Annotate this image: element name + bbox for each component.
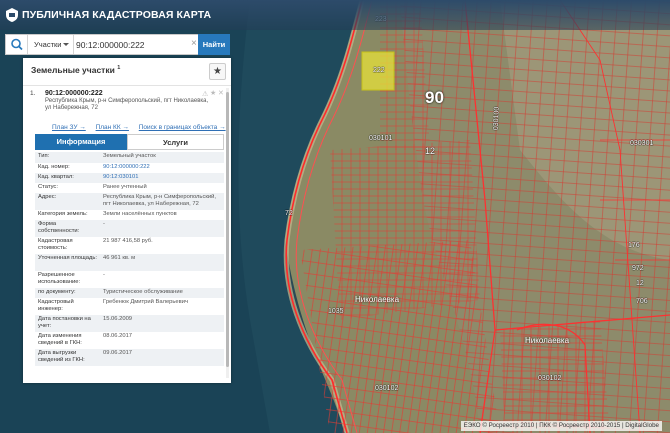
info-value: Земельный участок xyxy=(103,153,156,159)
info-value: 09.06.2017 xyxy=(103,350,133,356)
result-count: 1 xyxy=(117,65,121,72)
quarter-label-90: 90 xyxy=(425,88,444,107)
info-row: Адрес: Республика Крым, р-н Симферопольск… xyxy=(35,193,224,210)
warning-icon[interactable]: ⚠ xyxy=(202,90,208,98)
plan-zu-link[interactable]: План ЗУ → xyxy=(52,124,86,131)
info-row: Кадастровый инженер: Гребенюк Дмитрий Вал… xyxy=(35,298,224,315)
info-key: Кад. квартал: xyxy=(38,174,74,180)
info-key: Дата изменения сведений в ГКН: xyxy=(38,333,82,346)
map-label-12b: 12 xyxy=(636,280,644,287)
info-panel: Земельные участки 1 ★ 1. 90:12:000000:22… xyxy=(23,58,231,383)
search-type-label: Участки xyxy=(34,40,62,49)
map-label-1035: 1035 xyxy=(328,308,344,315)
clear-icon[interactable]: × xyxy=(191,39,197,49)
info-key: Форма собственности: xyxy=(38,221,80,234)
info-row: Разрешенное использование: - xyxy=(35,271,224,288)
info-row: Кад. квартал: 90:12:030101 xyxy=(35,173,224,183)
map-label-176: 176 xyxy=(628,242,640,249)
chevron-down-icon xyxy=(63,43,69,46)
info-row: Форма собственности: - xyxy=(35,220,224,237)
info-row: по документу: Туристическое обслуживание xyxy=(35,288,224,298)
info-row: Уточненная площадь: 46 961 кв. м xyxy=(35,254,224,271)
info-row: Тип: Земельный участок xyxy=(35,152,224,163)
info-row: Кад. номер: 90:12:000000:222 xyxy=(35,163,224,173)
tab-services[interactable]: Услуги xyxy=(127,134,224,150)
app-title: ПУБЛИЧНАЯ КАДАСТРОВАЯ КАРТА xyxy=(22,9,212,21)
rosreestr-logo-icon[interactable] xyxy=(5,8,19,22)
town-label: Николаевка xyxy=(355,295,400,304)
find-button[interactable]: Найти xyxy=(198,34,230,55)
map-label-12: 12 xyxy=(425,146,436,156)
close-icon[interactable]: ✕ xyxy=(218,89,224,97)
info-key: Кадастровая стоимость: xyxy=(38,238,73,251)
result-index: 1. xyxy=(30,90,36,97)
search-icon[interactable] xyxy=(6,35,28,54)
info-value[interactable]: 90:12:000000:222 xyxy=(103,164,221,171)
map-label-222: 222 xyxy=(373,67,385,74)
result-address: Республика Крым, р-н Симферопольский, пг… xyxy=(45,98,209,111)
info-table: Тип: Земельный участок Кад. номер: 90:12:00… xyxy=(35,152,224,366)
info-key: Дата выгрузки сведений из ГКН: xyxy=(38,350,85,363)
info-key: Категория земель: xyxy=(38,211,88,217)
info-row: Статус: Ранее учтенный xyxy=(35,183,224,193)
info-key: Кадастровый инженер: xyxy=(38,299,74,312)
info-value: - xyxy=(103,272,105,278)
info-value: Гребенюк Дмитрий Валерьевич xyxy=(103,299,188,305)
town-label: Николаевка xyxy=(525,336,570,345)
info-value: 15.06.2009 xyxy=(103,316,133,322)
info-row: Кадастровая стоимость: 21 987 416,58 руб. xyxy=(35,237,224,254)
info-row: Дата постановки на учет: 15.06.2009 xyxy=(35,315,224,332)
panel-title: Земельные участки 1 xyxy=(31,65,120,75)
search-within-link[interactable]: Поиск в границах объекта → xyxy=(139,124,226,131)
star-icon: ★ xyxy=(213,66,222,77)
map-label-030100: 030100 xyxy=(492,106,501,131)
panel-scrollbar[interactable] xyxy=(226,88,229,378)
info-key: Статус: xyxy=(38,184,58,190)
result-links: План ЗУ → План КК → Поиск в границах объ… xyxy=(52,124,231,131)
star-icon[interactable]: ★ xyxy=(210,89,216,97)
map-label-030101: 030101 xyxy=(369,135,393,142)
map-label-72: 72 xyxy=(285,210,293,217)
info-row: Категория земель: Земли населённых пункто… xyxy=(35,210,224,220)
info-value: 46 961 кв. м xyxy=(103,255,136,261)
result-cad-number: 90:12:000000:222 xyxy=(45,90,103,97)
info-key: Адрес: xyxy=(38,194,57,200)
info-value: - xyxy=(103,221,105,227)
panel-title-text: Земельные участки xyxy=(31,65,115,75)
info-key: по документу: xyxy=(38,289,76,295)
map-label-030102: 030102 xyxy=(375,385,399,392)
info-row: Дата выгрузки сведений из ГКН: 09.06.2017 xyxy=(35,349,224,366)
info-value[interactable]: 90:12:030101 xyxy=(103,174,221,181)
map-label-030301: 030301 xyxy=(630,140,654,147)
info-key: Разрешенное использование: xyxy=(38,272,81,285)
search-type-select[interactable]: Участки xyxy=(30,35,74,54)
info-row: Дата изменения сведений в ГКН: 08.06.2017 xyxy=(35,332,224,349)
info-value: 08.06.2017 xyxy=(103,333,133,339)
map-label-706: 706 xyxy=(636,298,648,305)
info-value: Туристическое обслуживание xyxy=(103,289,183,295)
scrollbar-thumb[interactable] xyxy=(226,92,229,367)
plan-kk-link[interactable]: План КК → xyxy=(96,124,129,131)
tab-info[interactable]: Информация xyxy=(35,134,127,150)
info-value: 21 987 416,58 руб. xyxy=(103,238,153,244)
info-key: Уточненная площадь: xyxy=(38,255,98,261)
map-label-972: 972 xyxy=(632,265,644,272)
map-attribution: ЕЭКО © Росреестр 2010 | ПКК © Росреестр … xyxy=(460,421,662,431)
search-bar: Участки × Найти xyxy=(5,34,230,55)
info-key: Кад. номер: xyxy=(38,164,70,170)
info-value: Республика Крым, р-н Симферопольский, пг… xyxy=(103,194,216,207)
divider xyxy=(23,85,231,86)
favorite-button[interactable]: ★ xyxy=(209,63,226,80)
tabs: Информация Услуги xyxy=(35,134,224,150)
info-key: Тип: xyxy=(38,153,50,159)
info-value: Ранее учтенный xyxy=(103,184,147,190)
search-input[interactable] xyxy=(76,36,188,53)
info-value: Земли населённых пунктов xyxy=(103,211,177,217)
info-key: Дата постановки на учет: xyxy=(38,316,91,329)
app-header: ПУБЛИЧНАЯ КАДАСТРОВАЯ КАРТА xyxy=(0,0,670,30)
map-label-030102b: 030102 xyxy=(538,375,562,382)
